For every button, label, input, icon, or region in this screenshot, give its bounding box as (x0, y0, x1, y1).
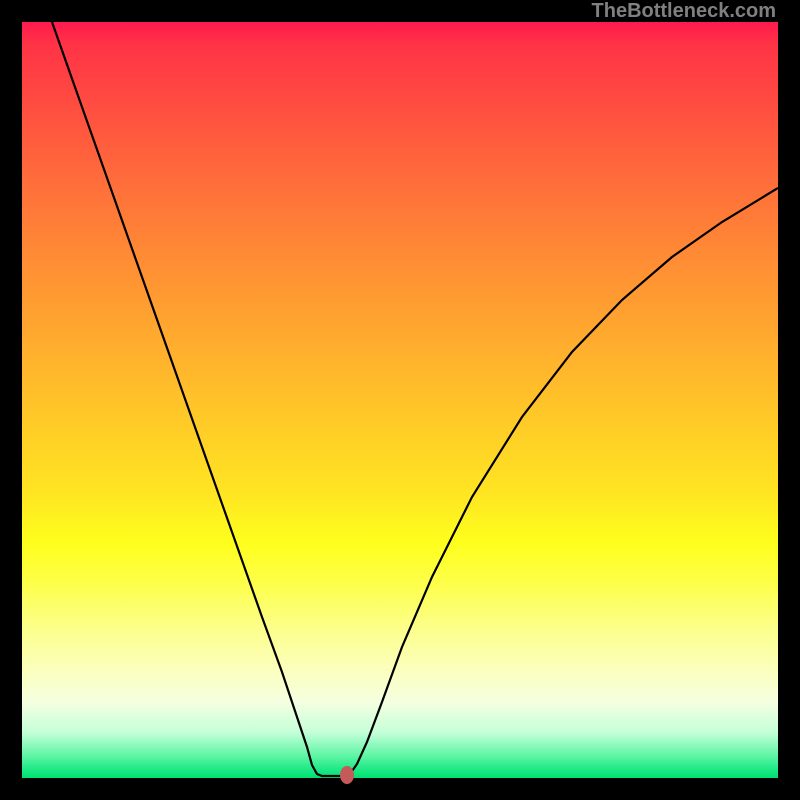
bottleneck-curve (52, 22, 778, 776)
optimal-marker (340, 766, 354, 784)
curve-svg (22, 22, 778, 778)
watermark-text: TheBottleneck.com (592, 0, 776, 23)
chart-frame: TheBottleneck.com (0, 0, 800, 800)
